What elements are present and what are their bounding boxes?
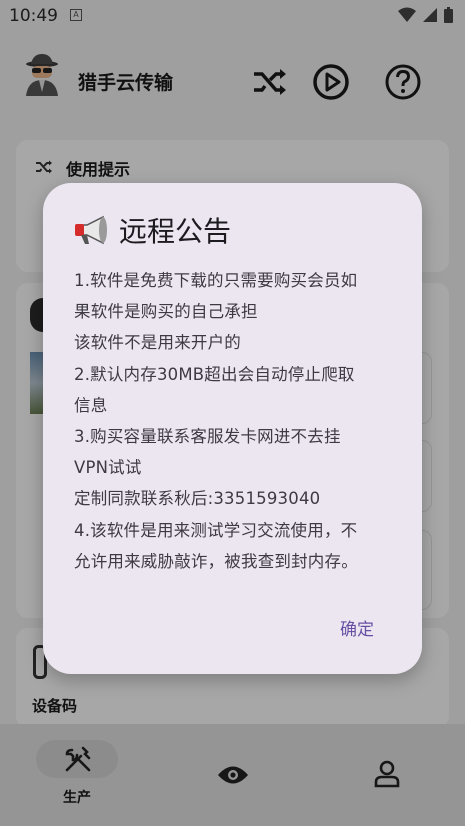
confirm-button[interactable]: 确定 — [334, 611, 380, 644]
message-line: VPN试试 — [74, 458, 142, 478]
megaphone-icon — [75, 215, 107, 245]
message-line: 定制同款联系秋后:3351593040 — [74, 489, 321, 509]
announcement-dialog: 远程公告 1.软件是免费下载的只需要购买会员如 果软件是购买的自己承担 该软件不… — [43, 183, 422, 674]
dialog-title: 远程公告 — [119, 215, 232, 248]
message-line: 2.默认内存30MB超出会自动停止爬取 — [74, 364, 355, 384]
message-line: 该软件不是用来开户的 — [74, 333, 241, 353]
dialog-title-row: 远程公告 — [73, 210, 231, 250]
message-line: 信息 — [74, 395, 108, 415]
message-line: 允许用来威胁敲诈，被我查到封内存。 — [74, 551, 358, 571]
message-line: 3.购买容量联系客服发卡网进不去挂 — [74, 427, 341, 447]
message-line: 1.软件是免费下载的只需要购买会员如 — [74, 271, 358, 290]
message-line: 果软件是购买的自己承担 — [74, 302, 258, 322]
message-line: 4.该软件是用来测试学习交流使用，不 — [74, 520, 358, 540]
dialog-message: 1.软件是免费下载的只需要购买会员如 果软件是购买的自己承担 该软件不是用来开户… — [74, 265, 404, 577]
